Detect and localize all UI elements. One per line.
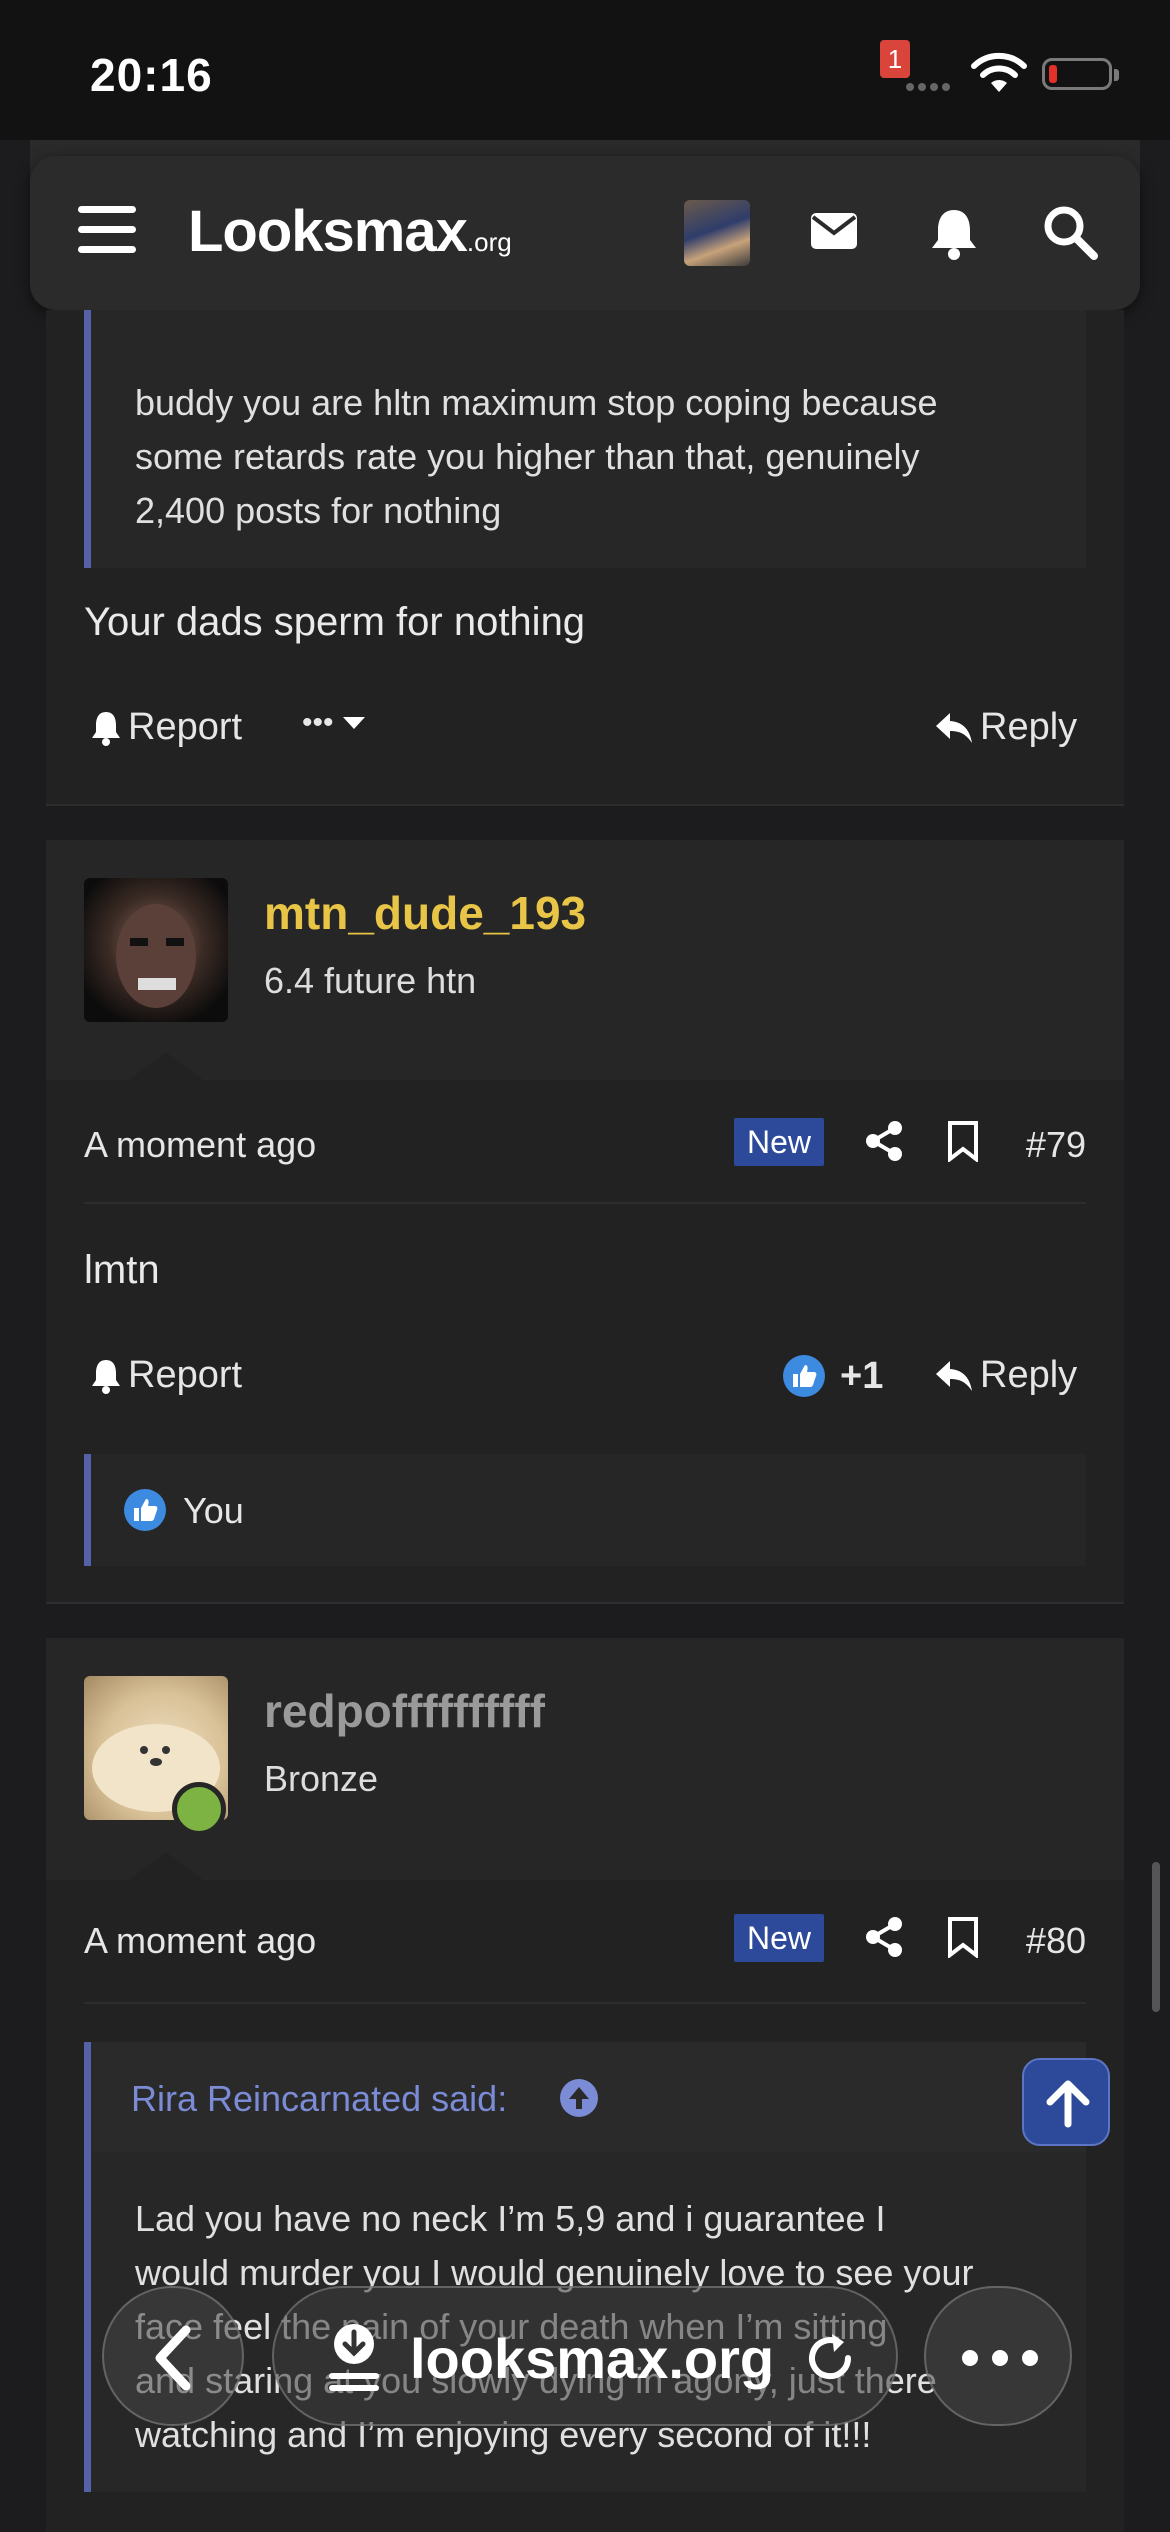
search-icon[interactable] [1042, 204, 1098, 260]
scroll-to-top-button[interactable] [1022, 2058, 1110, 2146]
reply-button[interactable]: Reply [934, 706, 1077, 749]
bookmark-icon[interactable] [946, 1916, 980, 1958]
post-divider [46, 1602, 1124, 1604]
meta-divider [84, 2002, 1086, 2004]
quote-line: some retards rate you higher than that, … [135, 436, 920, 477]
reload-icon[interactable] [802, 2330, 858, 2386]
bell-icon[interactable] [928, 206, 980, 260]
wifi-icon [971, 52, 1027, 92]
post-divider [46, 804, 1124, 806]
quote-author[interactable]: Rira Reincarnated said: [131, 2078, 507, 2120]
reactions-summary[interactable]: You [84, 1454, 1086, 1566]
mail-icon[interactable] [810, 212, 858, 250]
share-icon[interactable] [864, 1120, 904, 1162]
reply-button[interactable]: Reply [934, 1354, 1077, 1397]
logo-main: Looksmax [188, 199, 468, 264]
reaction-users[interactable]: You [183, 1490, 244, 1532]
post-previous: buddy you are hltn maximum stop coping b… [46, 310, 1124, 804]
address-bar[interactable]: looksmax.org [272, 2286, 898, 2426]
meta-divider [84, 1202, 1086, 1204]
like-count: +1 [840, 1354, 884, 1397]
username[interactable]: redpoffffffffff [264, 1684, 545, 1738]
report-button[interactable]: Report [90, 706, 242, 749]
bell-icon [92, 1359, 120, 1394]
chevron-down-icon [342, 717, 365, 729]
status-time: 20:16 [90, 49, 213, 101]
like-count-button[interactable]: +1 [782, 1354, 883, 1398]
username[interactable]: mtn_dude_193 [264, 886, 586, 940]
site-logo[interactable]: Looksmax.org [188, 198, 512, 265]
notification-badge: 1 [880, 40, 910, 78]
post-meta: A moment ago New #80 [84, 1910, 1086, 1970]
user-card: mtn_dude_193 6.4 future htn [46, 840, 1124, 1082]
url-text[interactable]: looksmax.org [410, 2326, 774, 2391]
more-menu-button[interactable] [924, 2286, 1072, 2426]
quote-line: 2,400 posts for nothing [135, 490, 502, 531]
post-body: lmtn [84, 1248, 160, 1292]
bookmark-icon[interactable] [946, 1120, 980, 1162]
account-avatar[interactable] [684, 200, 750, 266]
quote-header[interactable]: Rira Reincarnated said: [91, 2042, 1086, 2152]
user-title: Bronze [264, 1758, 379, 1799]
post-number[interactable]: #79 [1026, 1124, 1086, 1166]
post-79: A moment ago New #79 lmtn Report +1 Repl… [46, 1080, 1124, 1602]
post-meta: A moment ago New #79 [84, 1114, 1086, 1174]
more-horizontal-icon [962, 2350, 1038, 2366]
bell-icon [92, 711, 120, 746]
back-button[interactable] [102, 2286, 244, 2426]
more-dots: ••• [302, 706, 334, 739]
chevron-left-icon [155, 2325, 191, 2391]
quote-line: Lad you have no neck I’m 5,9 and i guara… [135, 2198, 886, 2239]
scrollbar[interactable] [1152, 1862, 1160, 2012]
thumbs-up-icon [783, 1355, 825, 1397]
status-bar: 20:16 [0, 0, 1170, 140]
report-button[interactable]: Report [90, 1354, 242, 1397]
card-pointer [126, 1052, 206, 1082]
quote-block: buddy you are hltn maximum stop coping b… [84, 310, 1086, 568]
signal-icon [906, 78, 960, 91]
reply-label: Reply [980, 1354, 1078, 1396]
post-body: Your dads sperm for nothing [84, 600, 586, 644]
arrow-up-circle-icon[interactable] [559, 2078, 599, 2118]
online-indicator [172, 1782, 226, 1836]
card-pointer [126, 1852, 206, 1882]
reply-label: Reply [980, 706, 1078, 748]
reply-icon [936, 1360, 972, 1391]
share-icon[interactable] [864, 1916, 904, 1958]
post-time[interactable]: A moment ago [84, 1124, 316, 1166]
report-label: Report [128, 1354, 243, 1396]
new-badge: New [734, 1118, 824, 1166]
user-title: 6.4 future htn [264, 960, 477, 1001]
post-number[interactable]: #80 [1026, 1920, 1086, 1962]
reply-icon [936, 712, 972, 743]
quote-line: buddy you are hltn maximum stop coping b… [135, 382, 938, 423]
battery-icon [1042, 58, 1119, 90]
avatar-face [116, 904, 196, 1008]
post-time[interactable]: A moment ago [84, 1920, 316, 1962]
logo-suffix: .org [466, 227, 512, 257]
menu-icon[interactable] [78, 206, 136, 254]
new-badge: New [734, 1914, 824, 1962]
report-label: Report [128, 706, 243, 748]
site-header: Looksmax.org [30, 156, 1140, 310]
download-icon[interactable] [324, 2322, 384, 2392]
arrow-up-icon [1046, 2080, 1090, 2128]
thumbs-up-icon [124, 1489, 166, 1531]
post-80: A moment ago New #80 Rira Reincarnated s… [46, 1880, 1124, 2532]
more-options-button[interactable]: ••• [302, 706, 368, 740]
user-avatar[interactable] [84, 878, 228, 1022]
user-card: redpoffffffffff Bronze [46, 1638, 1124, 1882]
